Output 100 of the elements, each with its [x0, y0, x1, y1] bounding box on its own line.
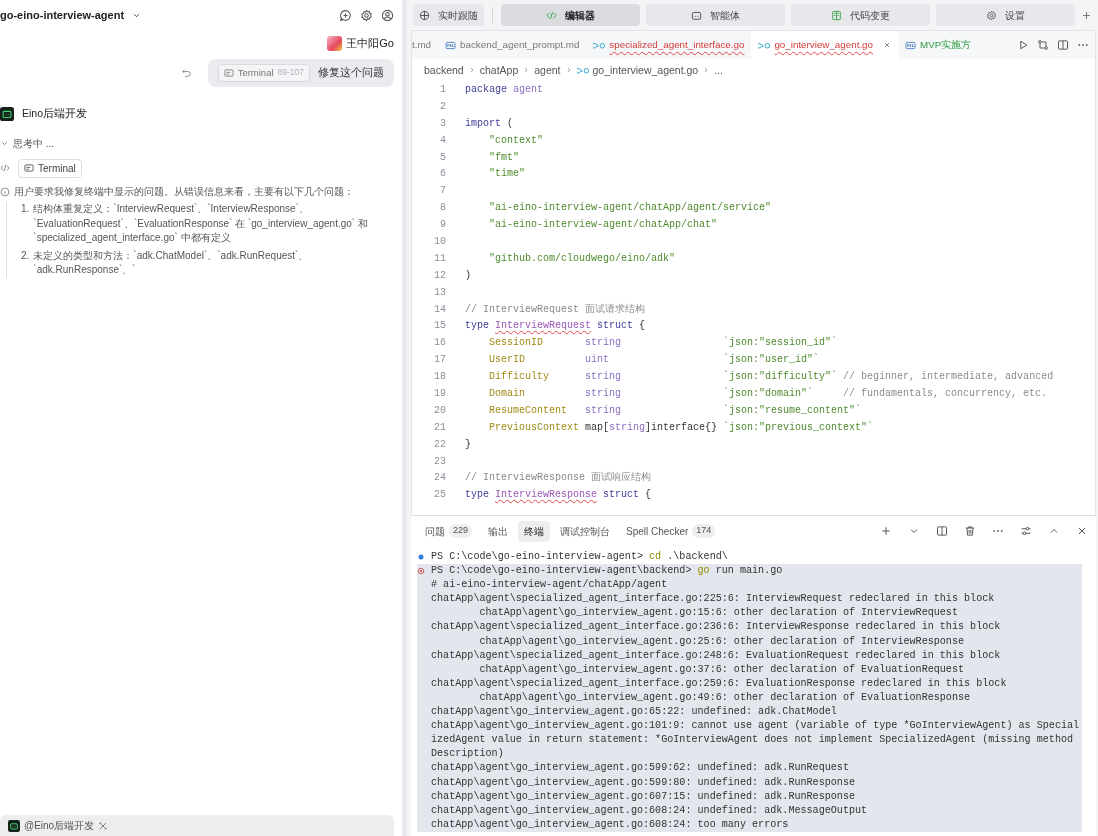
compare-icon[interactable]	[1037, 39, 1049, 51]
file-tab[interactable]: go_interview_agent.go	[751, 31, 898, 59]
reasoning-text: 用户要求我修复终端中显示的问题。从错误信息来看，主要有以下几个问题：	[14, 184, 354, 199]
file-tab[interactable]: backend_agent_prompt.md	[438, 31, 587, 59]
line-number: 23	[433, 454, 446, 469]
line-range: 89-107	[277, 66, 304, 79]
breadcrumb-item[interactable]: chatApp	[479, 63, 519, 77]
thinking-toggle[interactable]: 思考中 ...	[0, 136, 55, 151]
panel-tab[interactable]: 输出	[482, 520, 515, 542]
file-tab[interactable]: t.md	[412, 31, 439, 59]
chip-label: Terminal	[38, 161, 76, 176]
sliders-icon[interactable]	[1020, 525, 1032, 537]
terminal-line: izedAgent value in return statement: *GoInterviewAgent does not implement SpecializedAgent (missing method	[431, 733, 1074, 748]
terminal-line: chatApp\agent\go_interview_agent.go:25:6: other declaration of InterviewResponse	[478, 634, 965, 649]
line-number: 22	[433, 437, 446, 452]
line-number: 8	[439, 201, 446, 216]
code-line: type InterviewRequest struct {	[464, 319, 646, 334]
close-icon[interactable]	[883, 41, 891, 49]
code-line: UserID uint `json:"user_id"`	[488, 353, 820, 368]
undo-icon[interactable]	[180, 67, 192, 79]
terminal-line: chatApp\agent\go_interview_agent.go:607:15: undefined: adk.RunResponse	[431, 789, 855, 804]
breadcrumb-item[interactable]: backend	[424, 63, 464, 77]
terminal-line: chatApp\agent\go_interview_agent.go:599:62: undefined: adk.RunRequest	[431, 761, 849, 776]
line-number: 2	[439, 99, 446, 114]
view-tab[interactable]: 设置	[936, 4, 1075, 26]
terminal-line: PS C:\code\go-eino-interview-agent> cd .\backend\	[431, 550, 728, 564]
panel-tab[interactable]: 调试控制台	[554, 520, 617, 542]
code-line: "time"	[488, 167, 525, 182]
terminal-line: chatApp\agent\go_interview_agent.go:65:22: undefined: adk.ChatModel	[431, 705, 837, 720]
new-chat-icon[interactable]	[339, 8, 352, 22]
bot-icon	[8, 819, 20, 832]
line-number: 24	[433, 471, 446, 486]
attachment-label: Terminal	[237, 65, 274, 80]
panel-tab[interactable]: Spell Checker 174	[620, 520, 722, 542]
list-number: 2.	[21, 248, 30, 263]
line-number: 11	[433, 251, 446, 266]
code-icon	[546, 9, 558, 21]
book-icon	[831, 9, 843, 21]
line-number: 3	[439, 116, 446, 131]
code-line: "context"	[488, 133, 543, 148]
split-editor-icon[interactable]	[1057, 39, 1069, 51]
line-number: 7	[439, 184, 446, 199]
add-icon[interactable]	[1081, 9, 1092, 21]
code-line: PreviousContext map[string]interface{} `json:"previous_context"`	[488, 420, 874, 435]
line-number: 9	[439, 218, 446, 233]
code-line: "fmt"	[488, 150, 519, 165]
trash-icon[interactable]	[964, 525, 976, 537]
terminal-line: chatApp\agent\go_interview_agent.go:608:24: undefined: adk.MessageOutput	[431, 803, 868, 818]
user-name: 王中阳Go	[346, 36, 394, 51]
avatar-image	[327, 35, 343, 51]
code-line: Domain string `json:"domain"` // fundamentals, concurrency, etc.	[488, 386, 1048, 402]
split-icon[interactable]	[936, 525, 948, 537]
add-icon[interactable]	[880, 525, 892, 537]
account-icon[interactable]	[381, 8, 394, 22]
panel-tab[interactable]: 问题 229	[419, 520, 479, 542]
terminal-line: PS C:\code\go-eino-interview-agent\backend> go run main.go	[431, 564, 783, 579]
crosshair-icon	[419, 9, 431, 21]
terminal-chip[interactable]: Terminal	[18, 158, 82, 178]
line-number: 19	[433, 387, 446, 402]
breadcrumb-item[interactable]: agent	[534, 63, 561, 77]
input-bar[interactable]: @Eino后端开发	[0, 815, 394, 836]
terminal-line: # ai-eino-interview-agent/chatApp/agent	[431, 578, 668, 593]
code-line: package agent	[464, 83, 544, 97]
view-tab[interactable]: 智能体	[646, 4, 786, 26]
run-icon[interactable]	[1017, 39, 1029, 51]
code-line: // InterviewRequest 面试请求结构	[464, 302, 646, 317]
line-number: 10	[433, 235, 446, 249]
terminal-line: chatApp\agent\go_interview_agent.go:15:6: other declaration of InterviewRequest	[478, 606, 958, 621]
line-number: 12	[433, 268, 446, 283]
breadcrumb-item[interactable]: go_interview_agent.go	[576, 63, 699, 77]
view-tab[interactable]: 代码变更	[791, 4, 931, 26]
line-number: 15	[433, 319, 446, 334]
line-number: 13	[433, 285, 446, 300]
bot-icon	[691, 9, 703, 21]
file-tab[interactable]: specialized_agent_interface.go	[586, 31, 752, 59]
line-number: 17	[433, 353, 446, 368]
count-badge: 229	[449, 524, 473, 538]
terminal-line: chatApp\agent\specialized_agent_interface.go:248:6: EvaluationRequest redeclared in this block	[431, 648, 1001, 663]
bot-icon	[0, 106, 14, 121]
close-icon[interactable]	[1076, 525, 1088, 537]
line-number: 21	[433, 420, 446, 435]
settings-icon[interactable]	[360, 8, 373, 22]
view-tab[interactable]: 编辑器	[501, 4, 641, 26]
project-dropdown[interactable]: go-eino-interview-agent	[0, 8, 142, 22]
line-number: 14	[433, 302, 446, 317]
breadcrumb-item[interactable]: ...	[714, 63, 723, 77]
terminal-line: chatApp\agent\go_interview_agent.go:101:9: cannot use agent (variable of type *GoInterviewAgent) as Special	[431, 719, 1080, 734]
terminal-line: Description)	[431, 747, 504, 762]
line-number: 4	[439, 133, 446, 148]
code-line: }	[464, 437, 471, 452]
markdown-icon	[445, 39, 457, 51]
panel-tab[interactable]: 终端	[518, 520, 551, 542]
line-number: 25	[433, 488, 446, 503]
view-tab[interactable]: 实时跟随	[413, 4, 485, 26]
code-line: SessionID string `json:"session_id"`	[488, 336, 838, 351]
line-number: 6	[439, 167, 446, 182]
list-number: 1.	[21, 202, 30, 216]
code-line: import (	[464, 116, 514, 131]
count-badge: 174	[692, 524, 716, 538]
terminal-attachment[interactable]: Terminal 89-107	[217, 63, 310, 82]
